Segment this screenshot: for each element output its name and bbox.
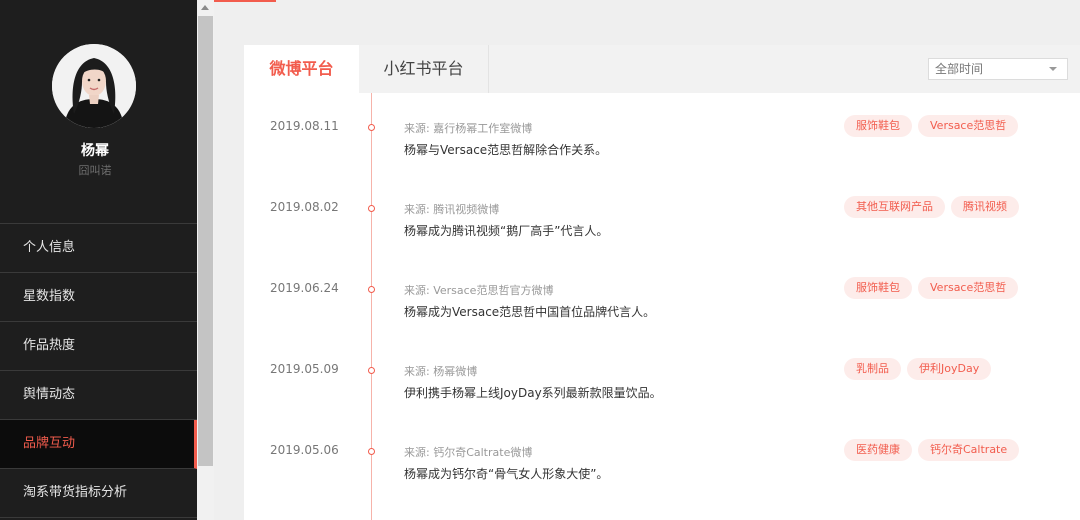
event-date: 2019.08.02: [270, 200, 339, 214]
event-tags: 其他互联网产品 腾讯视频: [844, 196, 1019, 218]
user-subtitle: 囧叫诺: [78, 164, 112, 177]
event-text: 杨幂成为腾讯视频“鹅厂高手”代言人。: [404, 224, 609, 238]
chevron-down-icon: [1049, 67, 1057, 71]
event-tags: 乳制品 伊利JoyDay: [844, 358, 992, 380]
event-tag[interactable]: 服饰鞋包: [844, 115, 912, 137]
timeline-dot-icon: [368, 205, 375, 212]
sidebar: 杨幂 囧叫诺 个人信息 星数指数 作品热度 舆情动态 品牌互动 淘系带货指标分析: [0, 0, 197, 520]
event-tag[interactable]: 伊利JoyDay: [907, 358, 992, 380]
event-tag[interactable]: 服饰鞋包: [844, 277, 912, 299]
event-tags: 医药健康 钙尔奇Caltrate: [844, 439, 1020, 461]
event-source: 来源: 腾讯视频微博: [404, 203, 500, 216]
timeline-dot-icon: [368, 448, 375, 455]
tab-weibo-platform[interactable]: 微博平台: [244, 45, 359, 93]
brand-interaction-panel: 微博平台 小红书平台 全部时间 2019.08.11 来源: 嘉行杨幂工作室微博…: [244, 45, 1080, 520]
sidebar-scrollbar[interactable]: [197, 0, 214, 520]
event-date: 2019.05.09: [270, 362, 339, 376]
event-tag[interactable]: 腾讯视频: [951, 196, 1019, 218]
event-source: 来源: 钙尔奇Caltrate微博: [404, 446, 533, 459]
user-name: 杨幂: [81, 143, 109, 159]
timeline-event: 2019.05.06 来源: 钙尔奇Caltrate微博 杨幂成为钙尔奇“骨气女…: [244, 439, 1080, 513]
event-tag[interactable]: Versace范思哲: [918, 277, 1019, 299]
timeline-event: 2019.08.02 来源: 腾讯视频微博 杨幂成为腾讯视频“鹅厂高手”代言人。…: [244, 196, 1080, 270]
event-source: 来源: Versace范思哲官方微博: [404, 284, 554, 297]
time-range-selected-value: 全部时间: [935, 62, 984, 76]
menu-item-star-index[interactable]: 星数指数: [0, 273, 197, 322]
avatar: [52, 44, 136, 128]
event-tags: 服饰鞋包 Versace范思哲: [844, 277, 1019, 299]
tab-xiaohongshu-platform[interactable]: 小红书平台: [359, 45, 489, 93]
sidebar-menu: 个人信息 星数指数 作品热度 舆情动态 品牌互动 淘系带货指标分析: [0, 223, 197, 518]
timeline-event: 2019.05.09 来源: 杨幂微博 伊利携手杨幂上线JoyDay系列最新款限…: [244, 358, 1080, 432]
timeline-dot-icon: [368, 124, 375, 131]
event-text: 伊利携手杨幂上线JoyDay系列最新款限量饮品。: [404, 386, 662, 400]
event-date: 2019.08.11: [270, 119, 339, 133]
event-text: 杨幂成为Versace范思哲中国首位品牌代言人。: [404, 305, 656, 319]
menu-item-personal-info[interactable]: 个人信息: [0, 224, 197, 273]
scroll-up-arrow-icon[interactable]: [201, 5, 209, 10]
event-tag[interactable]: 其他互联网产品: [844, 196, 945, 218]
event-date: 2019.05.06: [270, 443, 339, 457]
timeline-dot-icon: [368, 367, 375, 374]
event-tag[interactable]: 钙尔奇Caltrate: [918, 439, 1020, 461]
menu-item-brand-interaction[interactable]: 品牌互动: [0, 420, 197, 469]
timeline-dot-icon: [368, 286, 375, 293]
platform-tabs: 微博平台 小红书平台 全部时间: [244, 45, 1080, 93]
menu-item-taobao-sales-analysis[interactable]: 淘系带货指标分析: [0, 469, 197, 518]
event-text: 杨幂与Versace范思哲解除合作关系。: [404, 143, 608, 157]
scrollbar-thumb[interactable]: [198, 16, 213, 466]
event-source: 来源: 杨幂微博: [404, 365, 478, 378]
time-range-select[interactable]: 全部时间: [928, 58, 1068, 80]
event-tag[interactable]: Versace范思哲: [918, 115, 1019, 137]
timeline-event: 2019.08.11 来源: 嘉行杨幂工作室微博 杨幂与Versace范思哲解除…: [244, 115, 1080, 189]
event-tags: 服饰鞋包 Versace范思哲: [844, 115, 1019, 137]
menu-item-works-heat[interactable]: 作品热度: [0, 322, 197, 371]
timeline-event: 2019.06.24 来源: Versace范思哲官方微博 杨幂成为Versac…: [244, 277, 1080, 351]
event-source: 来源: 嘉行杨幂工作室微博: [404, 122, 533, 135]
menu-item-public-opinion[interactable]: 舆情动态: [0, 371, 197, 420]
event-tag[interactable]: 乳制品: [844, 358, 901, 380]
event-tag[interactable]: 医药健康: [844, 439, 912, 461]
event-date: 2019.06.24: [270, 281, 339, 295]
female-portrait-photo-icon: [52, 44, 136, 128]
event-text: 杨幂成为钙尔奇“骨气女人形象大使”。: [404, 467, 609, 481]
